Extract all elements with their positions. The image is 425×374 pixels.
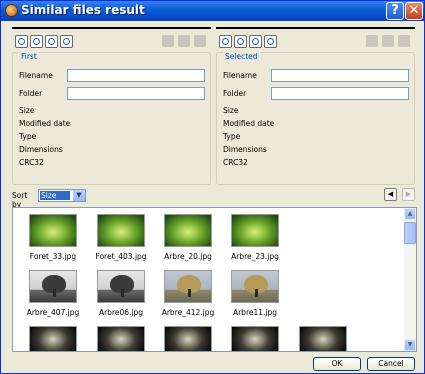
zoom-fit-icon[interactable]	[249, 35, 262, 48]
thumbnail-image[interactable]	[231, 326, 279, 351]
thumbnail-list[interactable]: ▲ ▼ Foret_33.jpg Foret_403.jpg Arbre_20.jp…	[12, 207, 417, 352]
vertical-scrollbar[interactable]: ▲ ▼	[404, 208, 416, 351]
filename-field[interactable]	[271, 69, 409, 82]
zoom-in-icon[interactable]	[234, 35, 247, 48]
thumbnail-image[interactable]	[231, 270, 279, 303]
zoom-in-icon[interactable]	[30, 35, 43, 48]
filename-field[interactable]	[67, 69, 205, 82]
crc32-label: CRC32	[223, 158, 248, 167]
move-icon[interactable]	[382, 35, 394, 47]
cancel-button[interactable]: Cancel	[367, 357, 415, 371]
thumbnail-image[interactable]	[164, 270, 212, 303]
scroll-down-icon[interactable]: ▼	[404, 339, 416, 351]
similar-files-dialog: Similar files result ? ✕ First Filename …	[0, 0, 425, 374]
thumbnail-image[interactable]	[164, 326, 212, 351]
thumbnail-image[interactable]	[97, 326, 145, 351]
dimensions-label: Dimensions	[19, 145, 63, 154]
copy-icon[interactable]	[366, 35, 378, 47]
type-label: Type	[223, 132, 241, 141]
trunk-shape	[121, 289, 124, 297]
group-title: First	[19, 52, 39, 61]
app-icon	[5, 4, 18, 17]
previous-button[interactable]: ◀	[384, 188, 397, 201]
thumbnail-image[interactable]	[29, 270, 77, 303]
thumbnail-image[interactable]	[97, 270, 145, 303]
actual-size-icon[interactable]	[264, 35, 277, 48]
size-label: Size	[19, 106, 35, 115]
thumbnail-label: Foret_33.jpg	[29, 252, 77, 261]
selected-group: Selected Filename Folder Size Modified d…	[216, 52, 415, 185]
delete-icon[interactable]	[194, 35, 206, 47]
type-label: Type	[19, 132, 37, 141]
thumbnail-image[interactable]	[97, 214, 145, 247]
panel-divider	[12, 27, 211, 29]
next-button[interactable]: ▶	[402, 188, 415, 201]
thumbnail-label: Arbre11.jpg	[232, 308, 278, 317]
crc32-label: CRC32	[19, 158, 44, 167]
first-group: First Filename Folder Size Modified date…	[12, 52, 211, 185]
ok-button[interactable]: OK	[313, 357, 361, 371]
folder-field[interactable]	[271, 87, 409, 100]
folder-label: Folder	[19, 89, 43, 98]
folder-field[interactable]	[67, 87, 205, 100]
thumbnail-label: Arbre_407.jpg	[26, 308, 80, 317]
panel-divider	[216, 27, 415, 29]
title-bar: Similar files result ? ✕	[1, 1, 424, 21]
zoom-fit-icon[interactable]	[45, 35, 58, 48]
copy-icon[interactable]	[162, 35, 174, 47]
thumbnail-image[interactable]	[29, 326, 77, 351]
folder-label: Folder	[223, 89, 247, 98]
filename-label: Filename	[19, 71, 53, 80]
trunk-shape	[255, 289, 258, 297]
dimensions-label: Dimensions	[223, 145, 267, 154]
group-title: Selected	[223, 52, 260, 61]
sort-select[interactable]: Size ▼	[38, 189, 86, 202]
scroll-up-icon[interactable]: ▲	[404, 208, 416, 220]
first-panel: First Filename Folder Size Modified date…	[12, 25, 211, 185]
delete-icon[interactable]	[398, 35, 410, 47]
sort-value: Size	[40, 191, 70, 200]
filename-label: Filename	[223, 71, 257, 80]
thumbnail-label: Arbre_412.jpg	[161, 308, 215, 317]
thumbnail-image[interactable]	[231, 214, 279, 247]
trunk-shape	[188, 289, 191, 297]
thumbnail-image[interactable]	[164, 214, 212, 247]
selected-panel: Selected Filename Folder Size Modified d…	[216, 25, 415, 185]
move-icon[interactable]	[178, 35, 190, 47]
thumbnail-image[interactable]	[29, 214, 77, 247]
modified-date-label: Modified date	[19, 119, 71, 128]
zoom-out-icon[interactable]	[219, 35, 232, 48]
thumbnail-label: Arbre_23.jpg	[231, 252, 279, 261]
thumbnail-label: Arbre_20.jpg	[164, 252, 212, 261]
size-label: Size	[223, 106, 239, 115]
actual-size-icon[interactable]	[60, 35, 73, 48]
zoom-out-icon[interactable]	[15, 35, 28, 48]
thumbnail-label: Foret_403.jpg	[95, 252, 147, 261]
scroll-thumb[interactable]	[404, 222, 416, 244]
thumbnail-label: Arbre06.jpg	[98, 308, 144, 317]
modified-date-label: Modified date	[223, 119, 275, 128]
help-button[interactable]: ?	[386, 2, 404, 20]
window-title: Similar files result	[21, 3, 145, 17]
trunk-shape	[53, 289, 56, 297]
chevron-down-icon[interactable]: ▼	[73, 190, 85, 201]
thumbnail-image[interactable]	[299, 326, 347, 351]
close-button[interactable]: ✕	[405, 2, 423, 20]
